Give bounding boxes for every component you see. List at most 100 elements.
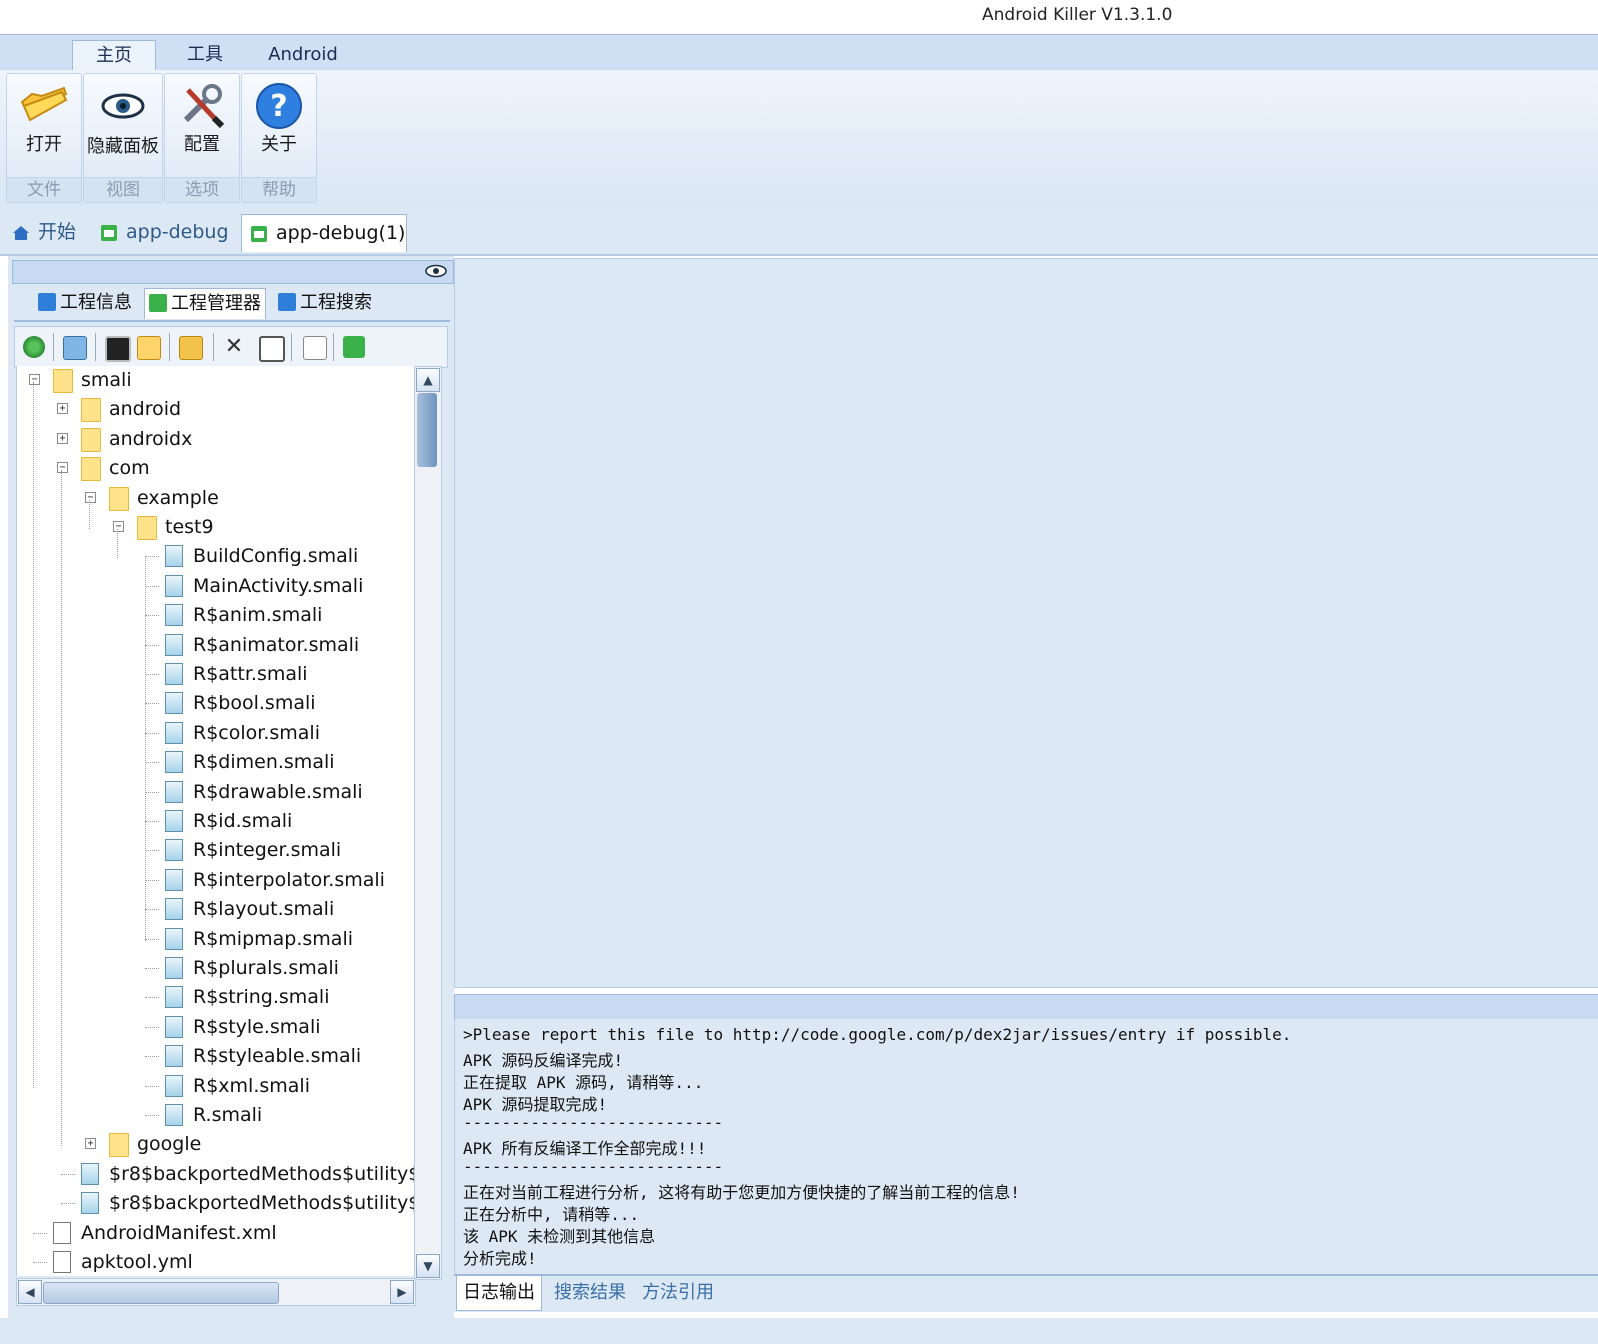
tools-icon[interactable] (176, 80, 228, 132)
toolbar-separator (53, 333, 54, 361)
tree-node[interactable]: + androidx (17, 425, 415, 453)
tree-node-label: R$string.smali (193, 986, 330, 1009)
folder-search-icon[interactable] (137, 336, 161, 360)
tree-node[interactable]: R$xml.smali (17, 1072, 415, 1100)
tree-node-label: R$id.smali (193, 810, 293, 832)
expand-icon[interactable]: + (57, 432, 68, 444)
expand-icon[interactable]: + (85, 1138, 96, 1150)
delete-icon[interactable]: ✕ (223, 336, 245, 358)
tree-node[interactable]: R$bool.smali (17, 689, 415, 717)
tree-node[interactable]: BuildConfig.smali (17, 542, 415, 570)
tree-node[interactable]: R$animator.smali (17, 631, 415, 659)
open-folder-icon[interactable] (18, 80, 70, 132)
tree-connector (145, 615, 159, 617)
tree-vertical-scrollbar[interactable]: ▲ ▼ (414, 366, 442, 1280)
tree-node[interactable]: R$anim.smali (17, 601, 415, 629)
tree-node[interactable]: R$plurals.smali (17, 954, 415, 982)
tree-node[interactable]: + google (17, 1130, 415, 1158)
tab-project-info[interactable]: 工程信息 (38, 288, 132, 318)
tree-node[interactable]: R$integer.smali (17, 836, 415, 864)
tree-node[interactable]: R$layout.smali (17, 895, 415, 923)
scroll-thumb[interactable] (43, 1282, 279, 1304)
refresh-icon[interactable] (23, 336, 45, 358)
tree-node[interactable]: apktool.yml (17, 1248, 415, 1276)
tree-node[interactable]: − smali (17, 366, 415, 394)
tree-horizontal-scrollbar[interactable]: ◀ ▶ (16, 1278, 416, 1306)
export-icon[interactable] (63, 336, 87, 360)
tree-connector (145, 732, 159, 734)
tab-app-debug-1-label: app-debug(1) (276, 222, 406, 244)
tree-node[interactable]: R$string.smali (17, 983, 415, 1011)
expand-icon[interactable]: + (57, 403, 68, 415)
tree-node[interactable]: R$style.smali (17, 1013, 415, 1041)
menu-tab-home[interactable]: 主页 (72, 40, 156, 72)
tree-connector (145, 1085, 159, 1087)
tree-node-label: google (137, 1133, 202, 1156)
config-button[interactable]: 配置 (165, 134, 239, 155)
terminal-icon[interactable] (105, 336, 131, 362)
scroll-up-button[interactable]: ▲ (416, 368, 440, 392)
tab-log-output[interactable]: 日志输出 (456, 1276, 542, 1311)
about-button[interactable]: 关于 (242, 134, 316, 155)
tab-search-results[interactable]: 搜索结果 (554, 1276, 626, 1310)
menu-tab-android[interactable]: Android (258, 40, 348, 71)
tree-node[interactable]: R$dimen.smali (17, 748, 415, 776)
tree-node[interactable]: R.smali (17, 1101, 415, 1129)
collapse-icon[interactable]: − (113, 521, 124, 532)
eye-icon[interactable] (97, 80, 149, 132)
log-line: APK 源码反编译完成! (463, 1051, 624, 1070)
tree-node[interactable]: − com (17, 454, 415, 482)
tab-project-search[interactable]: 工程搜索 (278, 288, 372, 318)
tree-node[interactable]: R$mipmap.smali (17, 925, 415, 953)
eye-icon[interactable] (425, 264, 447, 278)
tree-connector (61, 1203, 75, 1205)
menu-tab-tools[interactable]: 工具 (170, 40, 240, 71)
tree-node[interactable]: R$id.smali (17, 807, 415, 835)
collapse-icon[interactable]: − (85, 491, 96, 503)
tree-connector (145, 644, 159, 646)
text-file-icon[interactable] (303, 336, 327, 360)
scroll-thumb[interactable] (417, 393, 437, 467)
tree-node[interactable]: R$styleable.smali (17, 1042, 415, 1070)
open-folder-icon[interactable] (179, 336, 203, 360)
smali-file-icon (165, 1074, 183, 1097)
tree-node[interactable]: $r8$backportedMethods$utility$Ob (17, 1189, 415, 1217)
hide-panel-button[interactable]: 隐藏面板 (84, 136, 162, 157)
tab-start[interactable]: 开始 (12, 214, 76, 252)
tree-node[interactable]: R$attr.smali (17, 660, 415, 688)
collapse-icon[interactable]: − (29, 374, 40, 385)
toolbar-separator (333, 333, 334, 361)
android-icon (149, 294, 167, 312)
tree-node[interactable]: − test9 (17, 513, 415, 541)
tree-node[interactable]: + android (17, 395, 415, 423)
scroll-left-button[interactable]: ◀ (18, 1280, 42, 1304)
tree-node[interactable]: $r8$backportedMethods$utility$Inte (17, 1160, 415, 1188)
tree-node-label: $r8$backportedMethods$utility$Ob (109, 1192, 415, 1215)
tab-project-search-label: 工程搜索 (300, 292, 372, 313)
android-icon (251, 225, 267, 242)
editor-area[interactable] (454, 258, 1598, 988)
tree-node[interactable]: MainActivity.smali (17, 572, 415, 600)
open-button[interactable]: 打开 (7, 134, 81, 155)
smali-file-icon (165, 721, 183, 744)
tree-node[interactable]: R$color.smali (17, 719, 415, 747)
file-tree[interactable]: − smali + android + androidx − com − example − test… (16, 366, 415, 1276)
tab-project-info-label: 工程信息 (60, 292, 132, 313)
collapse-icon[interactable]: − (57, 462, 68, 474)
scroll-right-button[interactable]: ▶ (390, 1280, 414, 1304)
tab-app-debug[interactable]: app-debug (100, 214, 229, 252)
tab-app-debug-1[interactable]: app-debug(1) (241, 214, 407, 252)
log-output[interactable]: >Please report this file to http://code.… (454, 1019, 1598, 1274)
smali-file-icon (165, 604, 183, 627)
scroll-down-button[interactable]: ▼ (416, 1254, 440, 1278)
tree-node[interactable]: R$drawable.smali (17, 778, 415, 806)
android-icon[interactable] (343, 336, 365, 358)
tab-method-references[interactable]: 方法引用 (642, 1276, 714, 1310)
tree-node[interactable]: R$interpolator.smali (17, 866, 415, 894)
tab-project-manager[interactable]: 工程管理器 (144, 288, 266, 319)
help-icon[interactable]: ? (253, 80, 305, 132)
tree-node[interactable]: − example (17, 484, 415, 512)
ribbon-group-options: 配置 选项 (164, 73, 240, 203)
rename-icon[interactable] (259, 336, 285, 362)
tree-node[interactable]: AndroidManifest.xml (17, 1219, 415, 1247)
